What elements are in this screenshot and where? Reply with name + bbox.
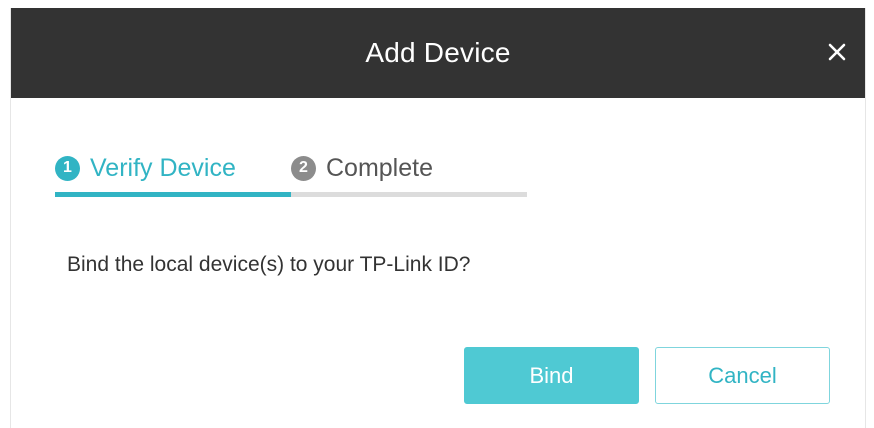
- add-device-dialog: Add Device 1 Verify Device 2 Complete Bi…: [10, 8, 866, 428]
- step-2-label: Complete: [326, 153, 433, 182]
- bind-prompt-text: Bind the local device(s) to your TP-Link…: [67, 253, 471, 276]
- step-2-number: 2: [291, 155, 316, 181]
- step-progress-track: [55, 192, 527, 197]
- dialog-title: Add Device: [365, 37, 511, 68]
- step-complete: 2 Complete: [291, 146, 433, 190]
- step-progress-fill: [55, 192, 291, 197]
- step-1-label: Verify Device: [90, 153, 236, 182]
- step-1-number: 1: [55, 155, 80, 181]
- cancel-button[interactable]: Cancel: [655, 347, 830, 404]
- step-verify-device: 1 Verify Device: [55, 146, 236, 190]
- step-indicator: 1 Verify Device 2 Complete: [55, 146, 527, 197]
- bind-button[interactable]: Bind: [464, 347, 639, 404]
- dialog-titlebar: Add Device: [11, 8, 865, 98]
- close-icon[interactable]: [823, 38, 851, 66]
